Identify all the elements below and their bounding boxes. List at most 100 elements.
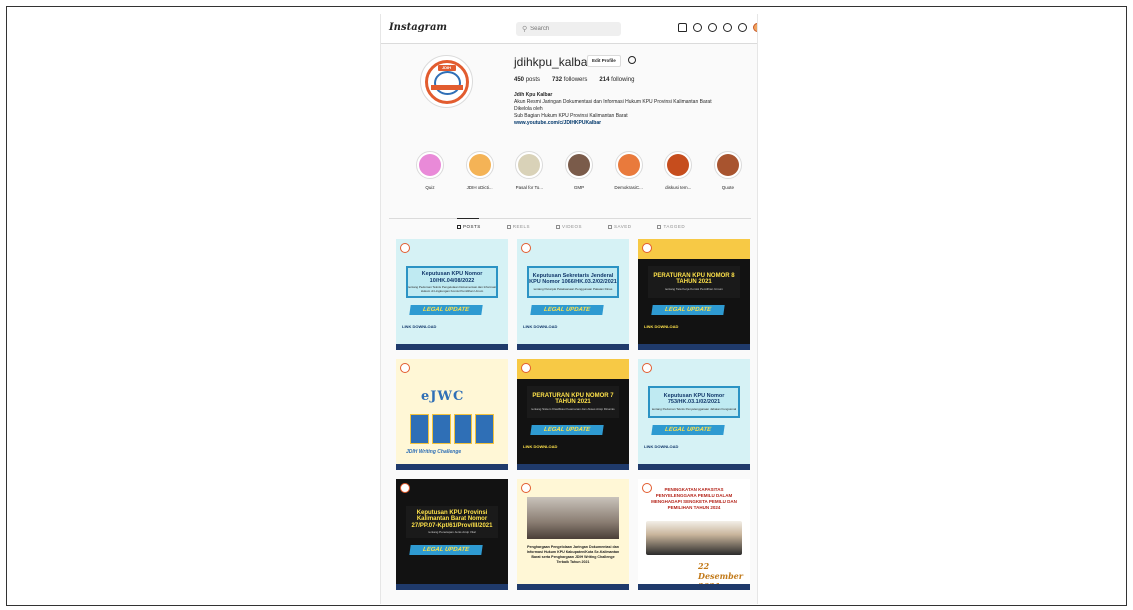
post-banner: LEGAL UPDATE (409, 305, 483, 315)
post-link-download: LINK DOWNLOAD (523, 444, 558, 449)
jdih-logo-icon: JDIH (424, 59, 469, 104)
post-title-panel: PERATURAN KPU NOMOR 7 TAHUN 2021 tentang… (527, 386, 619, 418)
highlight-image (617, 154, 640, 176)
highlight-image (468, 154, 491, 176)
profile-tabs: POSTS REELS VIDEOS SAVED TAGGED (457, 218, 685, 229)
tab-label: POSTS (463, 224, 481, 229)
post-tile[interactable]: Penghargaan Pengelolaan Jaringan Dokumen… (517, 479, 629, 590)
highlight-cover (664, 151, 693, 179)
story-highlights: Quiz JDIH xDicti... Pasal for To... GMP … (409, 151, 749, 190)
highlight-label: JDIH xDicti... (466, 185, 493, 190)
profile-avatar[interactable] (753, 23, 757, 32)
post-tile[interactable]: PENINGKATAN KAPASITAS PENYELENGGARA PEMI… (638, 479, 750, 590)
post-title: Keputusan KPU Nomor 10/HK.04/08/2022 (421, 271, 483, 284)
highlight-item[interactable]: diskusi tem... (657, 151, 699, 190)
tabs-divider (389, 218, 751, 219)
highlight-cover (515, 151, 544, 179)
post-tile[interactable]: eJWC JDIH Writing Challenge (396, 359, 508, 470)
explore-icon[interactable] (723, 23, 732, 32)
tab-icon (457, 224, 461, 229)
messenger-icon[interactable] (693, 23, 702, 32)
profile-bio: Jdih Kpu Kalbar Akun Resmi Jaringan Doku… (514, 92, 754, 127)
post-footer (638, 464, 750, 470)
tab-icon (506, 224, 511, 229)
post-subtitle: tentang Petunjuk Pelaksanaan Penggunaan … (533, 286, 613, 291)
highlight-item[interactable]: DemokrasiC... (608, 151, 650, 190)
post-link-download: LINK DOWNLOAD (523, 324, 558, 329)
highlight-cover (564, 151, 593, 179)
kpu-logo-icon (400, 243, 410, 253)
post-caption: JDIH Writing Challenge (406, 449, 462, 455)
tab-saved[interactable]: SAVED (608, 224, 631, 229)
post-link-download: LINK DOWNLOAD (644, 324, 679, 329)
post-footer (396, 584, 508, 590)
bio-name: Jdih Kpu Kalbar (514, 92, 553, 98)
post-banner: LEGAL UPDATE (530, 425, 604, 435)
post-footer (396, 344, 508, 350)
following-stat[interactable]: 214 following (599, 77, 634, 83)
highlight-item[interactable]: Quote (707, 151, 749, 190)
highlight-label: diskusi tem... (665, 185, 692, 190)
kpu-logo-icon (642, 363, 652, 373)
highlight-item[interactable]: Pasal for To... (508, 151, 550, 190)
search-icon: ⚲ (522, 26, 528, 33)
highlight-item[interactable]: Quiz (409, 151, 451, 190)
post-banner: LEGAL UPDATE (409, 545, 483, 555)
bio-link[interactable]: www.youtube.com/c/JDIHKPUKalbar (514, 120, 754, 127)
post-footer (517, 584, 629, 590)
following-count: 214 (599, 77, 610, 83)
search-box[interactable]: ⚲ (516, 22, 621, 36)
highlight-item[interactable]: GMP (558, 151, 600, 190)
bio-line: Dikelola oleh (514, 106, 543, 112)
tab-reels[interactable]: REELS (506, 224, 530, 229)
search-input[interactable] (530, 26, 611, 32)
profile-picture[interactable]: JDIH (420, 55, 473, 108)
posts-count: 450 (514, 77, 525, 83)
highlight-image (518, 154, 541, 176)
post-subtitle: tentang Penetapan Jenis Arsip Vital (428, 530, 476, 534)
highlight-image (567, 154, 590, 176)
highlight-image (667, 154, 690, 176)
logo-band (430, 84, 463, 90)
edit-profile-button[interactable]: Edit Profile (587, 55, 621, 67)
post-logo-text: eJWC (421, 389, 465, 404)
posts-stat: 450 posts (514, 77, 540, 83)
kpu-logo-icon (521, 483, 531, 493)
post-title-panel: PERATURAN KPU NOMOR 8 TAHUN 2021 tentang… (648, 266, 740, 298)
post-tile[interactable]: Keputusan Sekretaris Jenderal KPU Nomor … (517, 239, 629, 350)
heart-icon[interactable] (738, 23, 747, 32)
post-title: PENINGKATAN KAPASITAS PENYELENGGARA PEMI… (651, 487, 737, 510)
post-title-panel: Keputusan KPU Nomor 10/HK.04/08/2022 ten… (406, 266, 498, 298)
post-photo (646, 521, 742, 555)
post-title-panel: Keputusan KPU Nomor 753/HK.03.1/02/2021 … (648, 386, 740, 418)
highlight-cover (416, 151, 444, 179)
followers-stat[interactable]: 732 followers (552, 77, 587, 83)
post-banner: LEGAL UPDATE (651, 425, 725, 435)
post-tile[interactable]: PERATURAN KPU NOMOR 7 TAHUN 2021 tentang… (517, 359, 629, 470)
post-subtitle: tentang Pedoman Teknis Penyelenggaraan J… (651, 406, 737, 411)
highlight-item[interactable]: JDIH xDicti... (459, 151, 501, 190)
highlight-image (716, 154, 739, 176)
post-link-download: LINK DOWNLOAD (644, 444, 679, 449)
kpu-logo-icon (400, 483, 410, 493)
jdih-logo-text: JDIH (437, 64, 456, 71)
post-caption: Penghargaan Pengelolaan Jaringan Dokumen… (526, 545, 620, 564)
post-cards (410, 414, 494, 444)
highlight-cover (465, 151, 494, 179)
tab-posts[interactable]: POSTS (457, 218, 481, 229)
post-tile[interactable]: Keputusan KPU Nomor 753/HK.03.1/02/2021 … (638, 359, 750, 470)
new-post-icon[interactable] (708, 23, 717, 32)
post-tile[interactable]: PERATURAN KPU NOMOR 8 TAHUN 2021 tentang… (638, 239, 750, 350)
instagram-logo[interactable]: Instagram (389, 22, 447, 33)
tab-icon (608, 224, 613, 229)
post-tile[interactable]: Keputusan KPU Nomor 10/HK.04/08/2022 ten… (396, 239, 508, 350)
kpu-logo-icon (400, 363, 410, 373)
home-icon[interactable] (678, 23, 687, 32)
tab-videos[interactable]: VIDEOS (556, 224, 582, 229)
post-footer (638, 584, 750, 590)
kpu-logo-icon (521, 243, 531, 253)
post-tile[interactable]: Keputusan KPU Provinsi Kalimantan Barat … (396, 479, 508, 590)
gear-icon[interactable] (628, 56, 636, 64)
highlight-label: GMP (573, 185, 585, 190)
tab-tagged[interactable]: TAGGED (657, 224, 685, 229)
